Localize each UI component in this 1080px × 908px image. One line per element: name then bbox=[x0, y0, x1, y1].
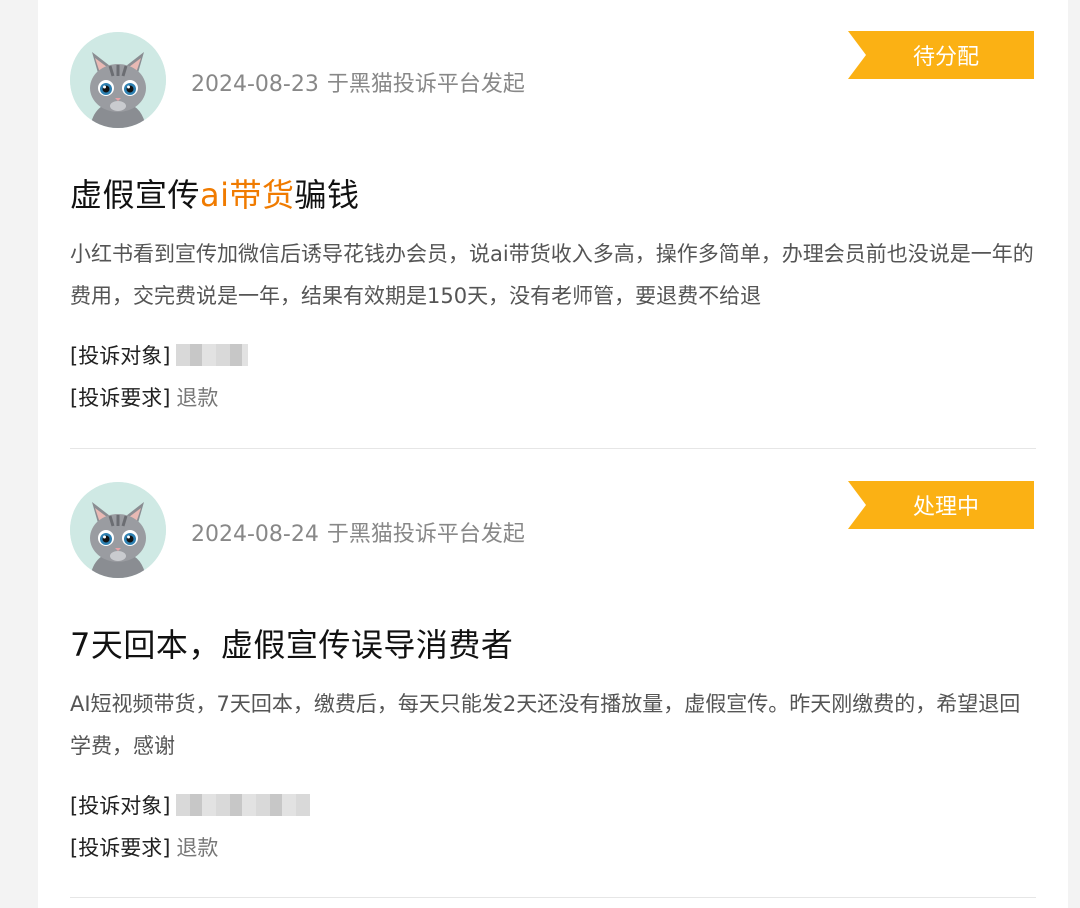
status-badge: 待分配 bbox=[848, 31, 1034, 79]
target-label: [投诉对象] bbox=[70, 794, 171, 818]
title-text: 骗钱 bbox=[294, 176, 360, 214]
complaint-title[interactable]: 7天回本，虚假宣传误导消费者 bbox=[70, 620, 513, 666]
complaint-description: 小红书看到宣传加微信后诱导花钱办会员，说ai带货收入多高，操作多简单，办理会员前… bbox=[70, 242, 1034, 308]
request-value: 退款 bbox=[176, 386, 219, 410]
post-date: 2024-08-23 bbox=[191, 72, 319, 97]
complaint-target: [投诉对象] bbox=[70, 340, 249, 370]
status-label: 处理中 bbox=[912, 495, 979, 520]
post-source: 于黑猫投诉平台发起 bbox=[326, 522, 525, 547]
complaint-card[interactable]: 2024-08-23 于黑猫投诉平台发起 待分配 虚假宣传ai带货骗钱 小红书看到… bbox=[70, 0, 1036, 448]
post-source: 于黑猫投诉平台发起 bbox=[326, 72, 525, 97]
target-label: [投诉对象] bbox=[70, 344, 171, 368]
redacted-target bbox=[176, 344, 249, 366]
redacted-target bbox=[176, 794, 311, 816]
post-meta: 2024-08-23 于黑猫投诉平台发起 bbox=[191, 66, 525, 98]
divider bbox=[70, 448, 1036, 449]
complaint-description: AI短视频带货，7天回本，缴费后，每天只能发2天还没有播放量，虚假宣传。昨天刚缴… bbox=[70, 692, 1021, 758]
request-label: [投诉要求] bbox=[70, 836, 171, 860]
divider bbox=[70, 897, 1036, 898]
complaint-request: [投诉要求] 退款 bbox=[70, 832, 218, 862]
complaint-request: [投诉要求] 退款 bbox=[70, 382, 218, 412]
title-highlight: ai带货 bbox=[200, 176, 295, 214]
complaint-card[interactable]: 2024-08-24 于黑猫投诉平台发起 处理中 7天回本，虚假宣传误导消费者 A… bbox=[70, 450, 1036, 898]
avatar-cat-icon bbox=[70, 32, 166, 128]
post-date: 2024-08-24 bbox=[191, 522, 319, 547]
complaint-target: [投诉对象] bbox=[70, 790, 311, 820]
status-badge: 处理中 bbox=[848, 481, 1034, 529]
avatar-cat-icon bbox=[70, 482, 166, 578]
title-text: 虚假宣传 bbox=[70, 176, 201, 214]
request-label: [投诉要求] bbox=[70, 386, 171, 410]
complaint-title[interactable]: 虚假宣传ai带货骗钱 bbox=[70, 170, 360, 216]
post-meta: 2024-08-24 于黑猫投诉平台发起 bbox=[191, 516, 525, 548]
request-value: 退款 bbox=[176, 836, 219, 860]
status-label: 待分配 bbox=[912, 45, 979, 70]
